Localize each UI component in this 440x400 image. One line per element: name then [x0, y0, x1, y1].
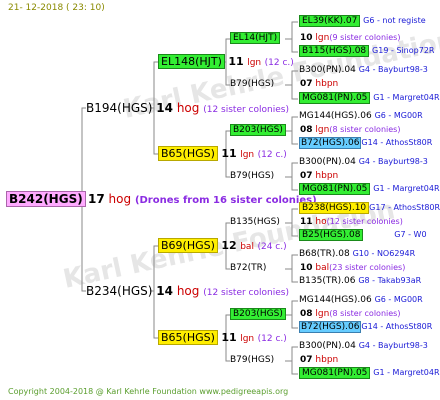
g4-queen-2: B115(HGS).08 G19 - Sinop72R: [299, 45, 434, 57]
g3-mating-4: 07 hbpn: [300, 171, 339, 181]
g3-mating-7: 08 lgn(8 sister colonies): [300, 309, 401, 319]
root-mating: 17 hog (Drones from 16 sister colonies): [88, 192, 317, 206]
date-stamp: 21- 12-2018 ( 23: 10): [8, 3, 105, 13]
g2-queen-2: B65(HGS) 11 lgn (12 c.): [158, 146, 287, 161]
g3-queen-7: B203(HGS): [230, 308, 286, 320]
g4-queen-1: EL39(KK).07 G6 - not registe: [299, 15, 426, 27]
g4-queen-15: B300(PN).04 G4 - Bayburt98-3: [299, 341, 428, 351]
g4-queen-14: B72(HGS).06 G14 - AthosSt80R: [299, 321, 433, 333]
g4-queen-11: B68(TR).08 G10 - NO6294R: [299, 249, 416, 259]
g3-mating-2: 07 hbpn: [300, 79, 339, 89]
g3-queen-6: B72(TR): [230, 263, 267, 273]
g3-queen-4: B79(HGS): [230, 171, 275, 181]
g4-queen-10: B25(HGS).08 G7 - W0: [299, 229, 427, 241]
g4-queen-6: B72(HGS).06 G14 - AthosSt80R: [299, 137, 433, 149]
g2-queen-3: B69(HGS) 12 bal (24 c.): [158, 238, 287, 253]
copyright-footer: Copyright 2004-2018 @ Karl Kehrle Founda…: [8, 387, 289, 396]
g2-queen-1: EL148(HJT) 11 lgn (12 c.): [158, 54, 294, 69]
g4-queen-12: B135(TR).06 G8 - Takab93aR: [299, 276, 422, 286]
g4-queen-7: B300(PN).04 G4 - Bayburt98-3: [299, 157, 428, 167]
g4-queen-8: MG081(PN).05 G1 - Margret04R: [299, 183, 440, 195]
g3-mating-6: 10 bal(23 sister colonies): [300, 263, 406, 273]
g3-queen-2: B79(HGS): [230, 79, 275, 89]
g3-mating-3: 08 lgn(8 sister colonies): [300, 125, 401, 135]
g3-mating-1: 10 lgn(9 sister colonies): [300, 33, 401, 43]
g1-queen-1: B194(HGS) 14 hog (12 sister colonies): [86, 101, 289, 115]
g4-queen-4: MG081(PN).05 G1 - Margret04R: [299, 92, 440, 104]
g4-queen-13: MG144(HGS).06 G6 - MG00R: [299, 295, 423, 305]
g4-queen-9: B238(HGS).10 G17 - AthosSt80R: [299, 202, 440, 214]
g2-queen-4: B65(HGS) 11 lgn (12 c.): [158, 330, 287, 345]
g4-queen-16: MG081(PN).05 G1 - Margret04R: [299, 367, 440, 379]
g1-queen-2: B234(HGS) 14 hog (12 sister colonies): [86, 284, 289, 298]
g3-queen-3: B203(HGS): [230, 124, 286, 136]
root-queen: B242(HGS): [6, 191, 86, 207]
g3-queen-5: B135(HGS): [230, 217, 280, 227]
g4-queen-3: B300(PN).04 G4 - Bayburt98-3: [299, 65, 428, 75]
g3-mating-8: 07 hbpn: [300, 355, 339, 365]
g3-queen-1: EL14(HJT): [230, 32, 281, 44]
g3-queen-8: B79(HGS): [230, 355, 275, 365]
g4-queen-5: MG144(HGS).06 G6 - MG00R: [299, 111, 423, 121]
g3-mating-5: 11 ho(12 sister colonies): [300, 217, 403, 227]
